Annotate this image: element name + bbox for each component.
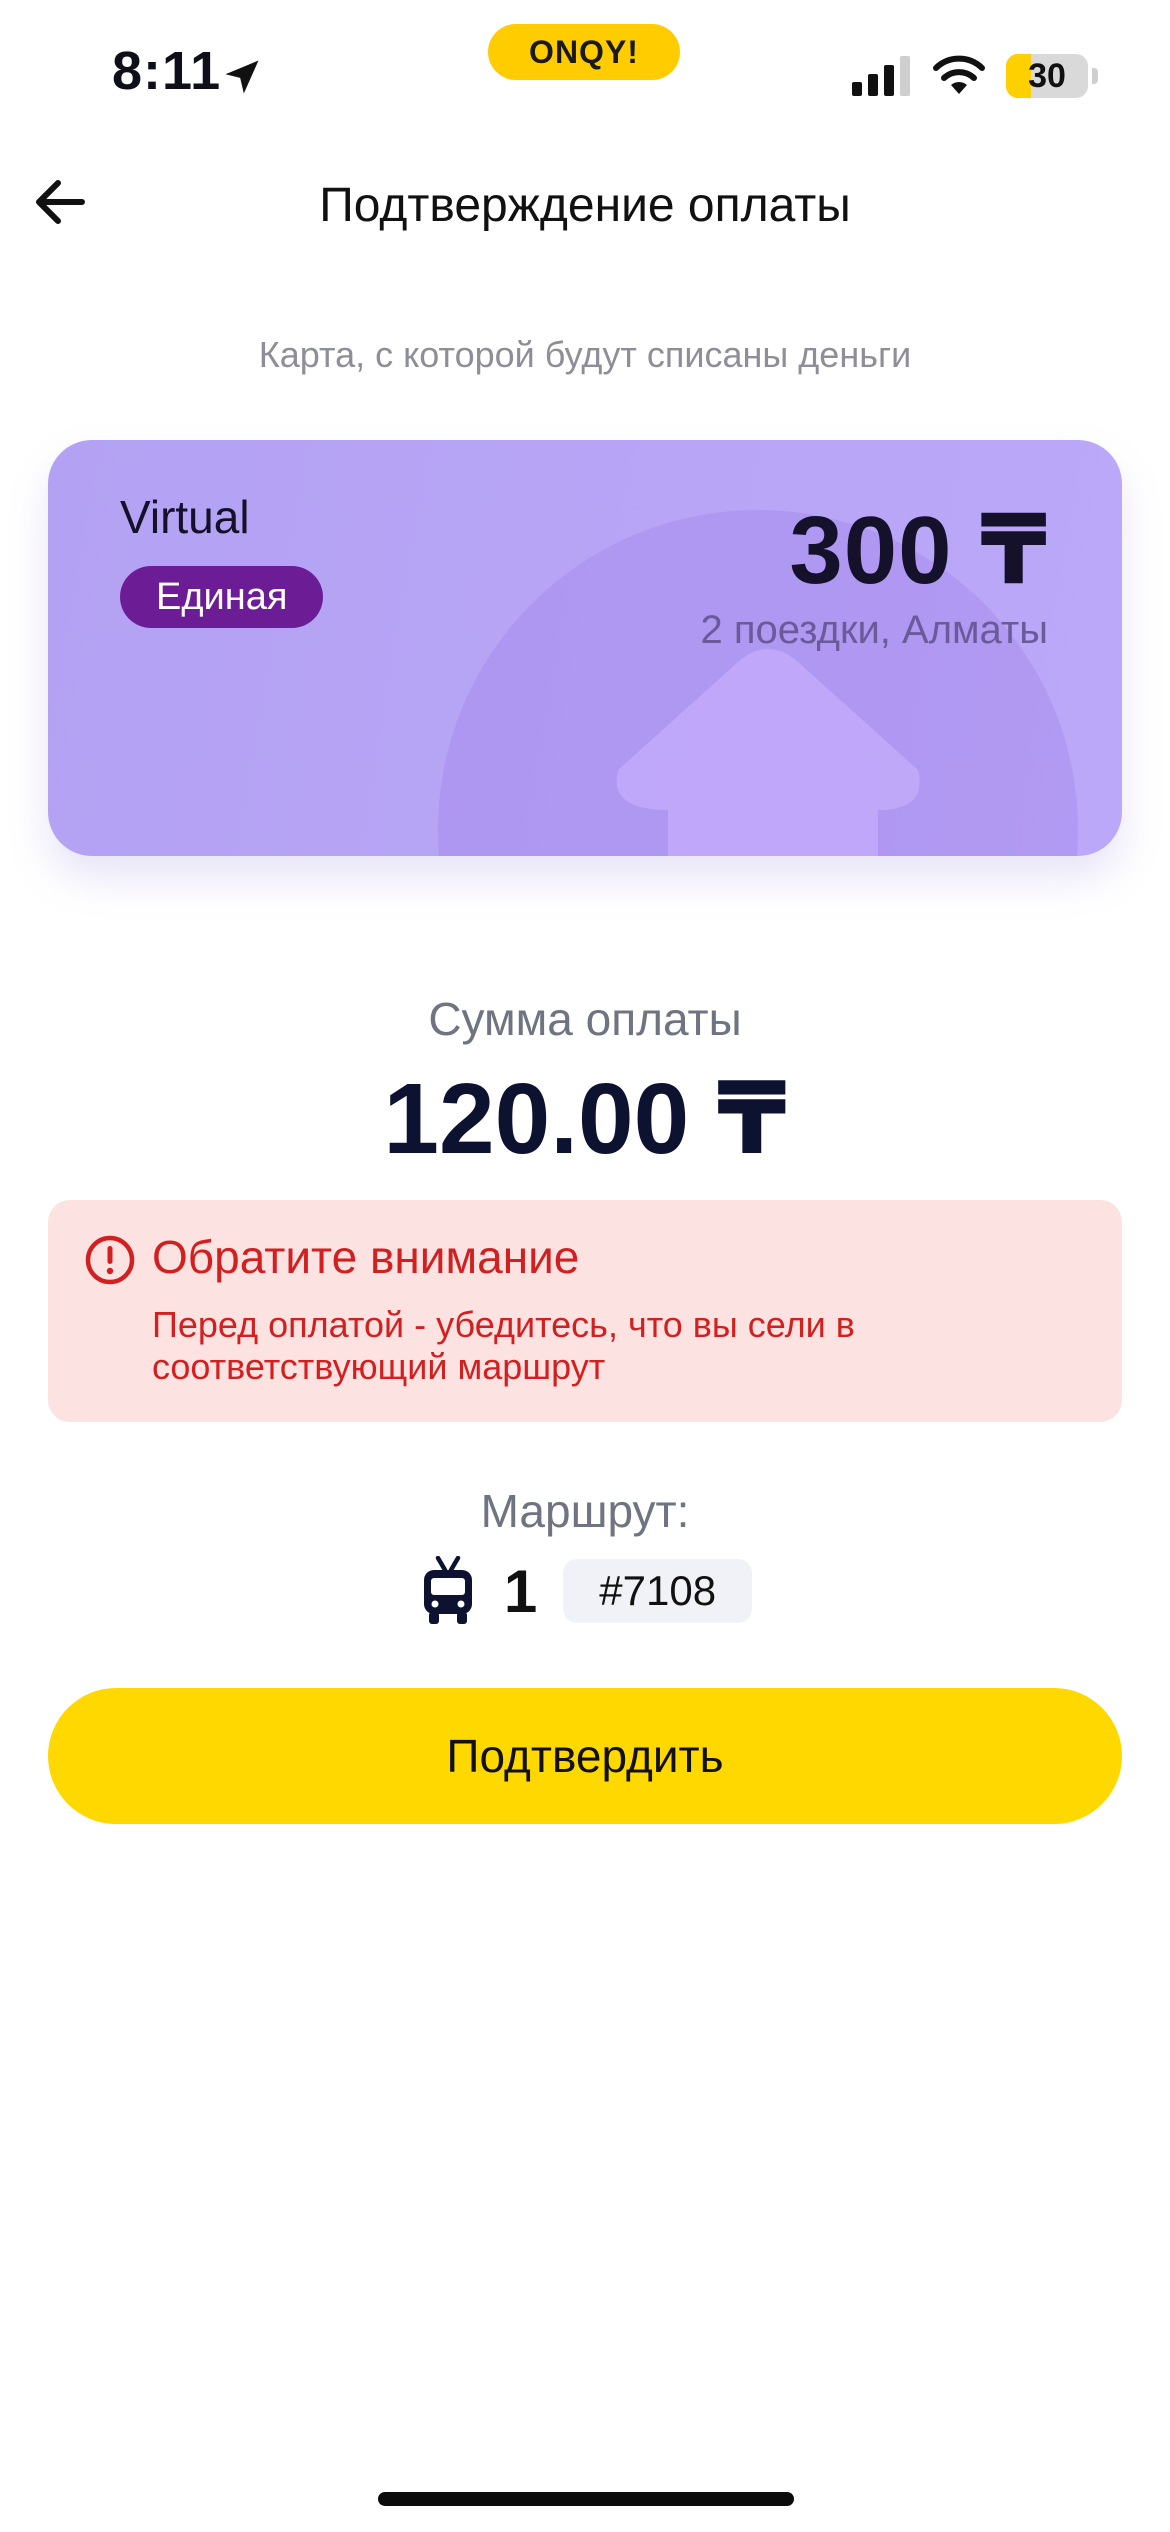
warning-text: Перед оплатой - убедитесь, что вы сели в… <box>152 1304 855 1387</box>
card-subtitle: 2 поездки, Алматы <box>700 608 1048 652</box>
cellular-signal-icon <box>852 56 910 96</box>
card-balance: 300 ₸ <box>789 497 1048 604</box>
info-icon <box>85 1235 135 1285</box>
card-caption: Карта, с которой будут списаны деньги <box>258 334 912 375</box>
home-indicator[interactable] <box>378 2492 794 2506</box>
amount-value: 120.00 ₸ <box>383 1063 787 1175</box>
status-bar: 8:11 ONQY! 30 <box>0 0 1170 150</box>
warning-box: Обратите внимание Перед оплатой - убедит… <box>48 1200 1122 1422</box>
page-title: Подтверждение оплаты <box>319 179 851 232</box>
amount-label: Сумма оплаты <box>428 993 742 1045</box>
status-time: 8:11 <box>112 41 222 101</box>
payment-card[interactable]: Virtual Единая 300 ₸ 2 поездки, Алматы <box>48 440 1122 856</box>
trolleybus-icon <box>423 1556 472 1624</box>
battery-tip <box>1092 68 1098 84</box>
route-info: 1 #7108 <box>0 1556 1170 1626</box>
app-badge[interactable]: ONQY! <box>488 24 680 80</box>
battery-level: 30 <box>1028 56 1066 95</box>
vehicle-id-chip: #7108 <box>563 1559 753 1623</box>
route-label: Маршрут: <box>480 1485 690 1537</box>
battery-indicator: 30 <box>1006 54 1088 98</box>
card-type-badge: Единая <box>120 566 324 628</box>
confirm-button[interactable]: Подтвердить <box>48 1688 1122 1824</box>
card-name: Virtual <box>120 491 250 543</box>
warning-title: Обратите внимание <box>152 1231 580 1283</box>
route-number: 1 <box>503 1557 538 1625</box>
location-arrow-icon <box>225 60 259 94</box>
wifi-icon <box>933 55 985 94</box>
